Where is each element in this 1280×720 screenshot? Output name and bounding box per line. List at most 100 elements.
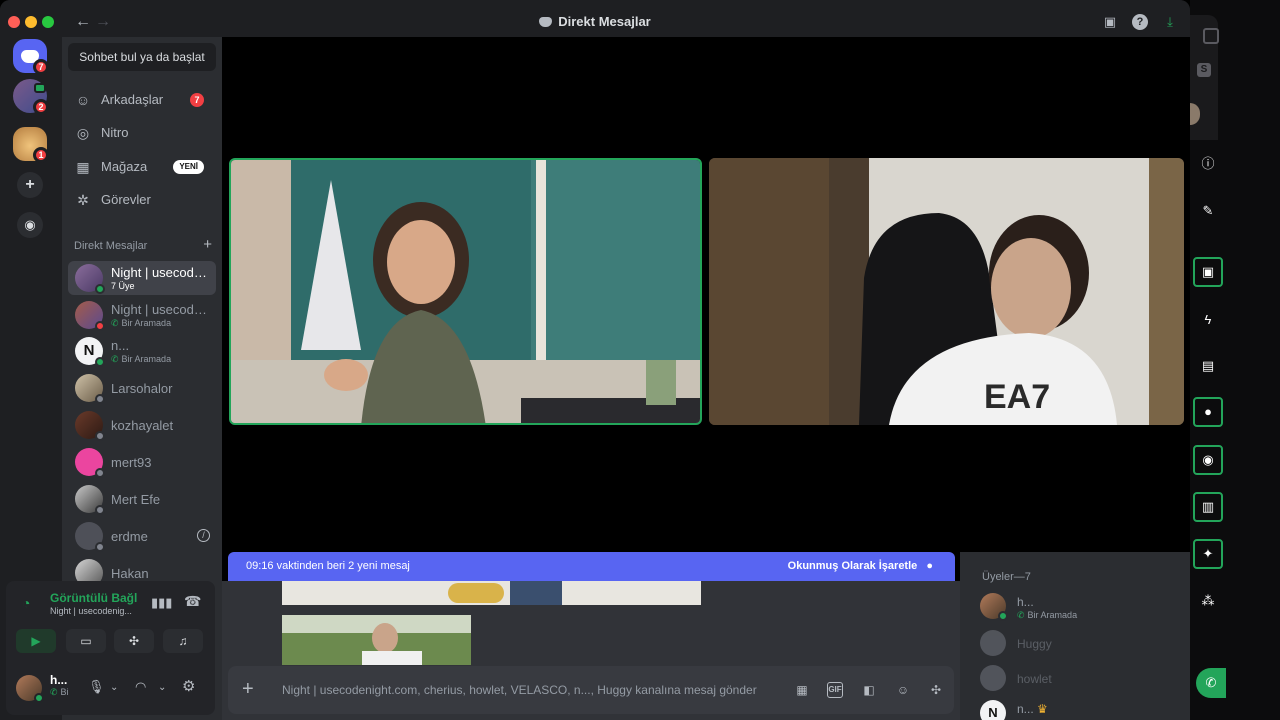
add-server-icon[interactable]: + xyxy=(17,172,43,198)
chat-bubble-icon[interactable]: ● xyxy=(1193,397,1223,427)
voice-panel: ◔ Görüntülü Bağl Night | usecodenig... ▮… xyxy=(6,581,215,715)
message-composer[interactable]: + Night | usecodenight.com, cherius, how… xyxy=(228,666,954,714)
nav-quests[interactable]: ✲ Görevler xyxy=(68,184,216,216)
layout-icon[interactable]: ▥ xyxy=(1193,492,1223,522)
gift-icon[interactable]: ▦ xyxy=(794,682,810,698)
screen-share-button[interactable]: ▭ xyxy=(66,629,106,653)
new-messages-text: 09:16 vaktinden beri 2 yeni mesaj xyxy=(246,560,410,572)
dm-item[interactable]: kozhayalet xyxy=(68,408,216,442)
dm-item[interactable]: erdme / xyxy=(68,519,216,553)
voice-channel-name[interactable]: Night | usecodenig... xyxy=(50,606,132,616)
activities-button[interactable]: ✣ xyxy=(114,629,154,653)
disconnect-icon[interactable]: ☎ xyxy=(184,593,201,610)
dm-item[interactable]: Larsohalor xyxy=(68,371,216,405)
gif-icon[interactable]: GIF xyxy=(827,682,843,698)
shop-icon: ▦ xyxy=(76,159,90,175)
camera-button[interactable]: ▶ xyxy=(16,629,56,653)
message-input[interactable]: Night | usecodenight.com, cherius, howle… xyxy=(282,683,757,697)
friends-icon: ☺ xyxy=(75,92,91,108)
document-icon[interactable]: ▤ xyxy=(1193,351,1223,381)
app-window: ← → Direkt Mesajlar ▣ ? ⤓ 7 2 1 + ◉ Sohb… xyxy=(0,0,1190,720)
attachment-figure xyxy=(510,581,562,605)
download-icon[interactable]: ⤓ xyxy=(1162,14,1178,30)
member-item[interactable]: N n... ♛ xyxy=(980,700,1180,720)
status-indicator xyxy=(95,505,105,515)
mic-options-chevron-icon[interactable]: ⌄ xyxy=(110,682,118,693)
attachment-person xyxy=(372,623,398,653)
flash-icon[interactable]: ϟ xyxy=(1193,305,1223,335)
friends-badge: 7 xyxy=(190,93,204,107)
dm-section-header: Direkt Mesajlar xyxy=(74,240,148,252)
voice-status: Görüntülü Bağl xyxy=(50,591,138,605)
broadcast-icon[interactable]: ◉ xyxy=(1193,445,1223,475)
nav-nitro[interactable]: ◎ Nitro xyxy=(68,117,216,149)
phone-icon: ✆ xyxy=(111,354,119,364)
video-tile-speaking[interactable] xyxy=(229,158,702,425)
home-button[interactable]: 7 xyxy=(13,39,49,75)
sticker-icon[interactable]: ◧ xyxy=(861,682,877,698)
user-name: h... xyxy=(50,673,68,687)
message-image-attachment[interactable] xyxy=(282,615,471,665)
dm-subtitle: ✆ Bir Aramada xyxy=(111,318,171,329)
nav-quests-label: Görevler xyxy=(101,192,151,207)
dm-item[interactable]: Night | usecode... 7 Üye xyxy=(68,261,216,295)
user-settings-gear-icon[interactable]: ⚙ xyxy=(182,677,195,695)
nav-nitro-label: Nitro xyxy=(101,125,129,140)
dm-subtitle: 7 Üye xyxy=(111,281,135,291)
dm-item[interactable]: Night | usecode... ✆ Bir Aramada xyxy=(68,298,216,332)
dm-item[interactable]: mert93 xyxy=(68,445,216,479)
pencil-icon[interactable]: ✎ xyxy=(1193,196,1223,226)
server-1-badge: 2 xyxy=(33,99,49,115)
server-avatar-1[interactable]: 2 xyxy=(13,79,49,115)
member-subtitle-text: Bir Aramada xyxy=(1027,610,1078,620)
user-subtitle: ✆ Bi xyxy=(50,687,69,698)
wrench-icon[interactable]: ✦ xyxy=(1193,539,1223,569)
member-list-header: Üyeler—7 xyxy=(982,571,1031,583)
phone-fab-icon[interactable]: ✆ xyxy=(1196,668,1226,698)
dm-item[interactable]: Mert Efe xyxy=(68,482,216,516)
dm-item[interactable]: N n... ✆ Bir Aramada xyxy=(68,334,216,368)
video-tile[interactable]: EA7 xyxy=(709,158,1184,425)
dm-name: Larsohalor xyxy=(111,381,173,396)
microphone-icon[interactable]: 🎙 xyxy=(88,679,105,695)
status-indicator xyxy=(95,357,105,367)
help-icon[interactable]: ? xyxy=(1132,14,1148,30)
attach-plus-icon[interactable]: + xyxy=(242,678,254,701)
s-app-icon: S xyxy=(1197,63,1211,77)
copy-icon xyxy=(1203,28,1219,44)
status-indicator xyxy=(998,611,1008,621)
member-name: h... xyxy=(1017,595,1034,609)
apps-icon[interactable]: ✣ xyxy=(928,682,944,698)
tool-rail: ⓘ ✎ ▣ ϟ ▤ ● ◉ ▥ ✦ ⁂ ✆ xyxy=(1190,140,1226,720)
home-badge: 7 xyxy=(33,59,49,75)
member-item[interactable]: Huggy xyxy=(980,630,1180,660)
member-item[interactable]: howlet xyxy=(980,665,1180,695)
status-indicator xyxy=(95,394,105,404)
user-subtitle-text: Bi xyxy=(60,687,69,697)
audio-options-chevron-icon[interactable]: ⌄ xyxy=(158,682,166,693)
info-icon[interactable]: ⓘ xyxy=(1193,149,1223,179)
nitro-icon: ◎ xyxy=(76,125,90,141)
mark-as-read-button[interactable]: Okunmuş Olarak İşaretle ● xyxy=(788,560,933,572)
quests-icon: ✲ xyxy=(77,192,89,208)
nav-friends-label: Arkadaşlar xyxy=(101,92,164,107)
member-item[interactable]: h... ✆ Bir Aramada xyxy=(980,593,1180,623)
nav-shop[interactable]: ▦ Mağaza YENİ xyxy=(68,151,216,183)
search-input[interactable]: Sohbet bul ya da başlat xyxy=(68,43,216,71)
message-image-attachment[interactable] xyxy=(282,581,701,605)
dm-subtitle-text: Bir Aramada xyxy=(121,354,172,364)
discover-icon[interactable]: ◉ xyxy=(17,212,43,238)
create-dm-icon[interactable]: + xyxy=(203,236,212,253)
screenshot-icon[interactable]: ▣ xyxy=(1193,257,1223,287)
noise-suppression-icon[interactable]: ▮▮▮ xyxy=(151,595,172,611)
dm-name: Night | usecode... xyxy=(111,302,211,317)
nodes-icon[interactable]: ⁂ xyxy=(1193,586,1223,616)
headphones-icon[interactable]: ◠ xyxy=(135,679,146,695)
new-messages-banner[interactable]: 09:16 vaktinden beri 2 yeni mesaj Okunmu… xyxy=(228,552,955,581)
soundboard-button[interactable]: ♫ xyxy=(163,629,203,653)
emoji-icon[interactable]: ☺ xyxy=(895,682,911,698)
mark-as-read-label: Okunmuş Olarak İşaretle xyxy=(787,560,918,572)
nav-friends[interactable]: ☺ Arkadaşlar 7 xyxy=(68,84,216,116)
server-avatar-2[interactable]: 1 xyxy=(13,127,49,163)
inbox-icon[interactable]: ▣ xyxy=(1102,14,1118,30)
